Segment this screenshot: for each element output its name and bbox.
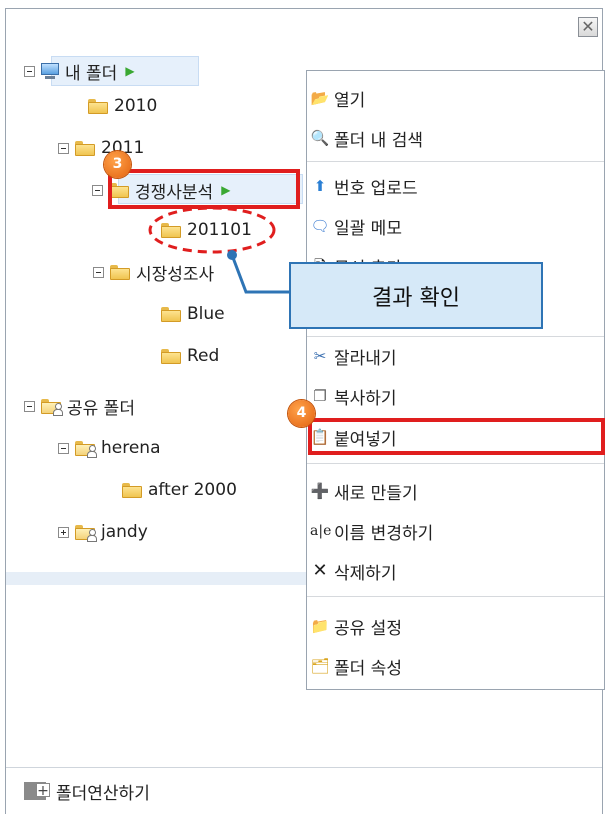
callout-connector (230, 254, 290, 294)
footer-label[interactable]: 폴더연산하기 (56, 779, 150, 804)
folder-add-icon[interactable] (24, 782, 50, 800)
annotation-overlay (148, 206, 290, 294)
dashed-ellipse (148, 206, 276, 254)
footer-bar: 폴더연산하기 (6, 767, 602, 814)
callout-dot (227, 250, 237, 260)
result-callout: 결과 확인 (289, 262, 543, 329)
